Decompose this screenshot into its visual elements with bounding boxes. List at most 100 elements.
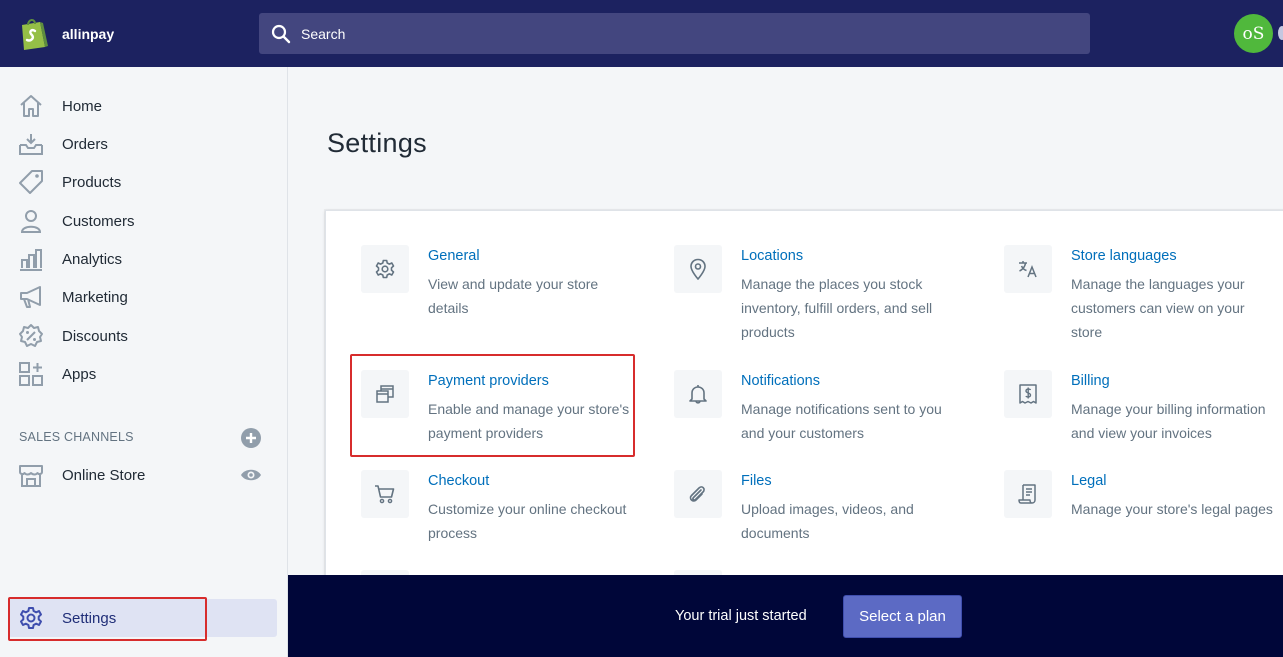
- sidebar-item-products[interactable]: Products: [0, 164, 288, 200]
- store-name: allinpay: [62, 26, 115, 42]
- tile-description-line: store: [1071, 324, 1103, 340]
- legal-icon: [1018, 484, 1036, 504]
- gear-icon-tile: [361, 245, 409, 293]
- tile-description-line: Upload images, videos, and: [741, 501, 914, 517]
- trial-message: Your trial just started: [675, 608, 807, 624]
- tile-description-line: and your customers: [741, 425, 864, 441]
- search-icon: [271, 24, 291, 43]
- tile-description: Upload images, videos, and documents: [741, 497, 914, 545]
- sidebar-item-label: Apps: [62, 365, 97, 383]
- tile-description-line: payment providers: [428, 425, 544, 441]
- tile-description: Customize your online checkout process: [428, 497, 626, 545]
- tile-title[interactable]: Locations: [741, 248, 803, 264]
- sidebar-item-orders[interactable]: Orders: [0, 126, 288, 162]
- sidebar-item-marketing[interactable]: Marketing: [0, 279, 288, 315]
- tile-description-line: View and update your store: [428, 276, 599, 292]
- tile-title[interactable]: Billing: [1071, 373, 1110, 389]
- legal-icon-tile: [1004, 470, 1052, 518]
- home-icon: [20, 95, 42, 117]
- eye-icon[interactable]: [240, 464, 262, 486]
- tile-title[interactable]: Store languages: [1071, 248, 1177, 264]
- tile-description-line: products: [741, 324, 795, 340]
- avatar[interactable]: oS: [1234, 14, 1273, 53]
- paperclip-icon-tile: [674, 470, 722, 518]
- tile-description-line: and view your invoices: [1071, 425, 1212, 441]
- add-channel-icon[interactable]: [240, 427, 262, 449]
- bell-icon: [689, 385, 707, 404]
- tile-description: View and update your store details: [428, 272, 598, 320]
- tile-description: Manage notifications sent to you and you…: [741, 397, 942, 445]
- sidebar-item-online-store[interactable]: Online Store: [0, 457, 288, 493]
- tile-description-line: Manage your billing information: [1071, 401, 1266, 417]
- sidebar-item-home[interactable]: Home: [0, 88, 288, 124]
- location-pin-icon-tile: [674, 245, 722, 293]
- bell-icon-tile: [674, 370, 722, 418]
- sidebar: Home Orders Products Customers Analytics: [0, 67, 288, 657]
- payment-icon: [376, 385, 394, 403]
- bar-chart-icon: [20, 249, 42, 271]
- tile-description-line: Manage the places you stock: [741, 276, 923, 292]
- tile-description-line: customers can view on your: [1071, 300, 1245, 316]
- sidebar-item-label: Analytics: [62, 250, 123, 268]
- translate-icon: [1019, 261, 1037, 278]
- sidebar-item-label: Products: [62, 173, 122, 191]
- cart-icon-tile: [361, 470, 409, 518]
- tile-description-line: Manage your store's legal pages: [1071, 501, 1273, 517]
- tile-description: Manage your store's legal pages: [1071, 497, 1273, 521]
- sidebar-item-label: Online Store: [62, 466, 146, 484]
- translate-icon-tile: [1004, 245, 1052, 293]
- sidebar-item-analytics[interactable]: Analytics: [0, 241, 288, 277]
- payment-icon-tile: [361, 370, 409, 418]
- tile-description-line: Customize your online checkout: [428, 501, 627, 517]
- location-pin-icon: [690, 258, 706, 280]
- tile-title[interactable]: General: [428, 248, 480, 264]
- tile-title[interactable]: Payment providers: [428, 373, 549, 389]
- tile-description: Manage the languages your customers can …: [1071, 272, 1245, 344]
- tag-icon: [19, 170, 43, 194]
- tile-description-line: Manage the languages your: [1071, 276, 1245, 292]
- tile-title[interactable]: Legal: [1071, 473, 1106, 489]
- tile-description-line: Enable and manage your store's: [428, 401, 630, 417]
- gear-icon: [20, 607, 42, 629]
- tile-description-line: documents: [741, 525, 810, 541]
- tile-title[interactable]: Checkout: [428, 473, 489, 489]
- billing-icon-tile: [1004, 370, 1052, 418]
- sidebar-item-label: Settings: [62, 609, 117, 627]
- apps-icon: [19, 362, 43, 386]
- discount-icon: [19, 324, 43, 347]
- megaphone-icon: [20, 286, 41, 308]
- cart-icon: [375, 485, 395, 504]
- person-icon: [20, 210, 42, 233]
- tile-description: Manage your billing information and view…: [1071, 397, 1266, 445]
- tile-description-line: Manage notifications sent to you: [741, 401, 942, 417]
- sidebar-item-discounts[interactable]: Discounts: [0, 318, 288, 354]
- gear-icon: [375, 259, 395, 279]
- sidebar-item-apps[interactable]: Apps: [0, 356, 288, 392]
- shopify-bag-icon: [22, 19, 48, 50]
- sidebar-item-customers[interactable]: Customers: [0, 203, 288, 239]
- paperclip-icon: [689, 486, 705, 502]
- sidebar-item-label: Home: [62, 97, 103, 115]
- top-bar: allinpay oS: [0, 0, 1283, 67]
- select-plan-button[interactable]: Select a plan: [843, 595, 962, 638]
- billing-icon: [1019, 384, 1037, 404]
- main-content: Settings General View and update your st…: [288, 67, 1283, 657]
- account-name-cutoff: [1278, 26, 1283, 40]
- tile-description-line: process: [428, 525, 478, 541]
- sidebar-item-label: Discounts: [62, 327, 128, 345]
- sidebar-item-label: Orders: [62, 135, 108, 153]
- tile-title[interactable]: Files: [741, 473, 772, 489]
- tile-title[interactable]: Notifications: [741, 373, 820, 389]
- store-icon: [19, 465, 43, 487]
- tile-description: Enable and manage your store's payment p…: [428, 397, 629, 445]
- sidebar-item-settings[interactable]: Settings: [0, 600, 288, 636]
- orders-icon: [19, 134, 43, 155]
- sales-channels-heading: SALES CHANNELS: [19, 430, 134, 444]
- search-bar[interactable]: [259, 13, 1090, 54]
- store-brand[interactable]: allinpay: [18, 16, 114, 52]
- tile-description-line: inventory, fulfill orders, and sell: [741, 300, 933, 316]
- search-input[interactable]: [301, 25, 1061, 42]
- sidebar-item-label: Marketing: [62, 288, 128, 306]
- page-title: Settings: [327, 128, 427, 158]
- sidebar-item-label: Customers: [62, 212, 135, 230]
